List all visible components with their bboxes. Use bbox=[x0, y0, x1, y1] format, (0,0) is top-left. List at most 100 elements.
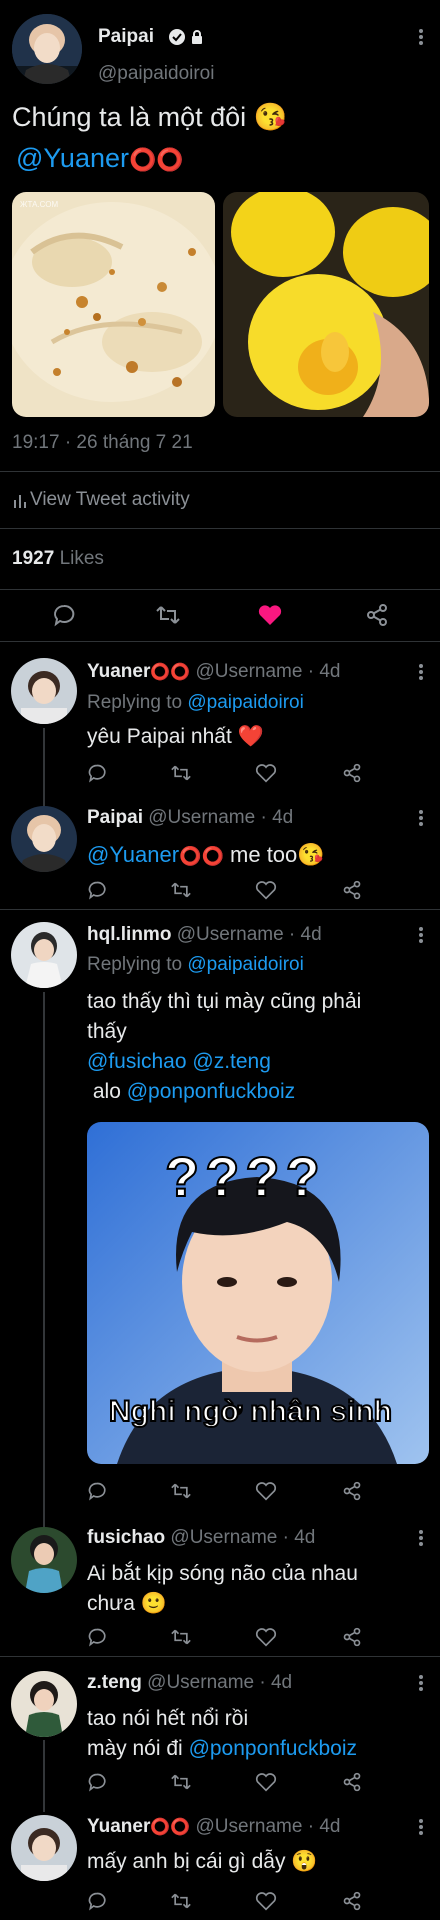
reply-text-line: tao nói hết nổi rồi bbox=[87, 1707, 249, 1730]
thread-line bbox=[43, 992, 45, 1528]
reply-icon[interactable] bbox=[87, 1891, 107, 1911]
share-icon[interactable] bbox=[342, 1481, 362, 1501]
tweet-mention[interactable]: @Yuaner⭕⭕ bbox=[16, 143, 184, 174]
mention-handle[interactable]: @z.teng bbox=[192, 1050, 271, 1073]
reply-icon[interactable] bbox=[52, 603, 76, 627]
mention-handle[interactable]: @ponponfuckboiz bbox=[127, 1080, 295, 1103]
likes-stat[interactable]: 1927 Likes bbox=[12, 548, 104, 570]
view-tweet-activity[interactable]: View Tweet activity bbox=[14, 489, 190, 511]
reply-text: yêu Paipai nhất ❤️ bbox=[87, 725, 264, 749]
like-icon[interactable] bbox=[255, 763, 277, 783]
reply-meta: @Username · 4d bbox=[170, 1527, 316, 1548]
mention-circles: ⭕⭕ bbox=[179, 846, 224, 866]
like-icon[interactable] bbox=[255, 1627, 277, 1647]
avatar[interactable] bbox=[11, 1671, 77, 1737]
share-icon[interactable] bbox=[342, 1627, 362, 1647]
mention-handle[interactable]: @fusichao bbox=[87, 1050, 187, 1073]
mention-handle[interactable]: @ponponfuckboiz bbox=[189, 1737, 357, 1760]
reply-meta: @Username · 4d bbox=[148, 807, 294, 828]
like-icon[interactable] bbox=[255, 1481, 277, 1501]
reply-author-name[interactable]: hql.linmo bbox=[87, 924, 171, 945]
retweet-icon[interactable] bbox=[170, 763, 192, 783]
avatar[interactable] bbox=[12, 14, 82, 84]
reply-header: fusichao @Username · 4d bbox=[87, 1527, 315, 1549]
mention-handle[interactable]: @Yuaner bbox=[87, 842, 179, 867]
reply-author-name[interactable]: Paipai bbox=[87, 807, 143, 828]
more-icon[interactable] bbox=[418, 1673, 424, 1693]
reply-text-line: thấy bbox=[87, 1020, 127, 1043]
share-icon[interactable] bbox=[342, 1891, 362, 1911]
avatar[interactable] bbox=[11, 1815, 77, 1881]
reply-icon[interactable] bbox=[87, 880, 107, 900]
avatar[interactable] bbox=[11, 658, 77, 724]
retweet-icon[interactable] bbox=[170, 880, 192, 900]
like-icon[interactable] bbox=[255, 880, 277, 900]
share-icon[interactable] bbox=[365, 603, 389, 627]
media-image-left[interactable]: ЖТА.СОМ bbox=[12, 192, 215, 417]
reply-meta: @Username · 4d bbox=[176, 924, 322, 945]
heart-emoji: ❤️ bbox=[237, 725, 264, 748]
likes-count: 1927 bbox=[12, 548, 55, 569]
mention-handle[interactable]: @Yuaner bbox=[16, 143, 129, 173]
share-icon[interactable] bbox=[342, 763, 362, 783]
reply-text-body: alo bbox=[92, 1080, 121, 1103]
reply-meta: @Username · 4d bbox=[147, 1672, 293, 1693]
kiss-emoji: 😘 bbox=[297, 842, 325, 867]
retweet-icon[interactable] bbox=[155, 603, 181, 627]
reply-author-name[interactable]: z.teng bbox=[87, 1672, 142, 1693]
more-icon[interactable] bbox=[418, 925, 424, 945]
reply-actions bbox=[87, 1772, 372, 1794]
like-icon[interactable] bbox=[255, 1772, 277, 1792]
reply-icon[interactable] bbox=[87, 1481, 107, 1501]
media-image-right[interactable] bbox=[223, 192, 429, 417]
reply-icon[interactable] bbox=[87, 1772, 107, 1792]
like-icon[interactable] bbox=[257, 603, 283, 627]
more-icon[interactable] bbox=[418, 1817, 424, 1837]
name-circles: ⭕⭕ bbox=[150, 664, 191, 681]
avatar[interactable] bbox=[11, 922, 77, 988]
lock-icon bbox=[190, 29, 204, 45]
share-icon[interactable] bbox=[342, 880, 362, 900]
reply-icon[interactable] bbox=[87, 1627, 107, 1647]
reply-icon[interactable] bbox=[87, 763, 107, 783]
divider bbox=[0, 589, 440, 590]
retweet-icon[interactable] bbox=[170, 1627, 192, 1647]
replying-to: Replying to @paipaidoiroi bbox=[87, 692, 304, 714]
retweet-icon[interactable] bbox=[170, 1481, 192, 1501]
reply-text-line: mày nói đi bbox=[87, 1737, 183, 1760]
reply-text-body: me too bbox=[230, 842, 298, 867]
reply-author-name[interactable]: Yuaner bbox=[87, 1816, 150, 1837]
reply-text-line: Ai bắt kịp sóng não của nhau bbox=[87, 1562, 358, 1585]
more-icon[interactable] bbox=[418, 662, 424, 682]
reply-author-name[interactable]: Yuaner bbox=[87, 661, 150, 682]
divider bbox=[0, 641, 440, 642]
avatar[interactable] bbox=[11, 806, 77, 872]
reply-text-body: mấy anh bị cái gì dẫy bbox=[87, 1850, 286, 1873]
author-name[interactable]: Paipai bbox=[98, 26, 154, 48]
replying-prefix: Replying to bbox=[87, 692, 183, 713]
reply-author-name[interactable]: fusichao bbox=[87, 1527, 165, 1548]
replying-handle[interactable]: @paipaidoiroi bbox=[187, 692, 303, 713]
like-icon[interactable] bbox=[255, 1891, 277, 1911]
activity-label: View Tweet activity bbox=[30, 489, 190, 510]
replying-prefix: Replying to bbox=[87, 954, 183, 975]
tweet-timestamp[interactable]: 19:17 · 26 tháng 7 21 bbox=[12, 432, 193, 454]
reply-header: z.teng @Username · 4d bbox=[87, 1672, 292, 1694]
tweet-text: Chúng ta là một đôi 😘 bbox=[12, 101, 287, 133]
thread-line bbox=[43, 728, 45, 816]
avatar[interactable] bbox=[11, 1527, 77, 1593]
thread-line bbox=[43, 1740, 45, 1812]
retweet-icon[interactable] bbox=[170, 1772, 192, 1792]
more-icon[interactable] bbox=[418, 808, 424, 828]
likes-label: Likes bbox=[59, 548, 104, 569]
more-icon[interactable] bbox=[418, 27, 424, 47]
meme-caption: Nghi ngờ nhân sinh bbox=[108, 1394, 393, 1429]
share-icon[interactable] bbox=[342, 1772, 362, 1792]
kiss-emoji: 😘 bbox=[253, 102, 288, 132]
retweet-icon[interactable] bbox=[170, 1891, 192, 1911]
image-watermark: ЖТА.СОМ bbox=[20, 200, 59, 209]
replying-handle[interactable]: @paipaidoiroi bbox=[187, 954, 303, 975]
media-image-meme[interactable]: ???? Nghi ngờ nhân sinh bbox=[87, 1122, 429, 1464]
mention-circles: ⭕⭕ bbox=[128, 147, 184, 172]
more-icon[interactable] bbox=[418, 1528, 424, 1548]
